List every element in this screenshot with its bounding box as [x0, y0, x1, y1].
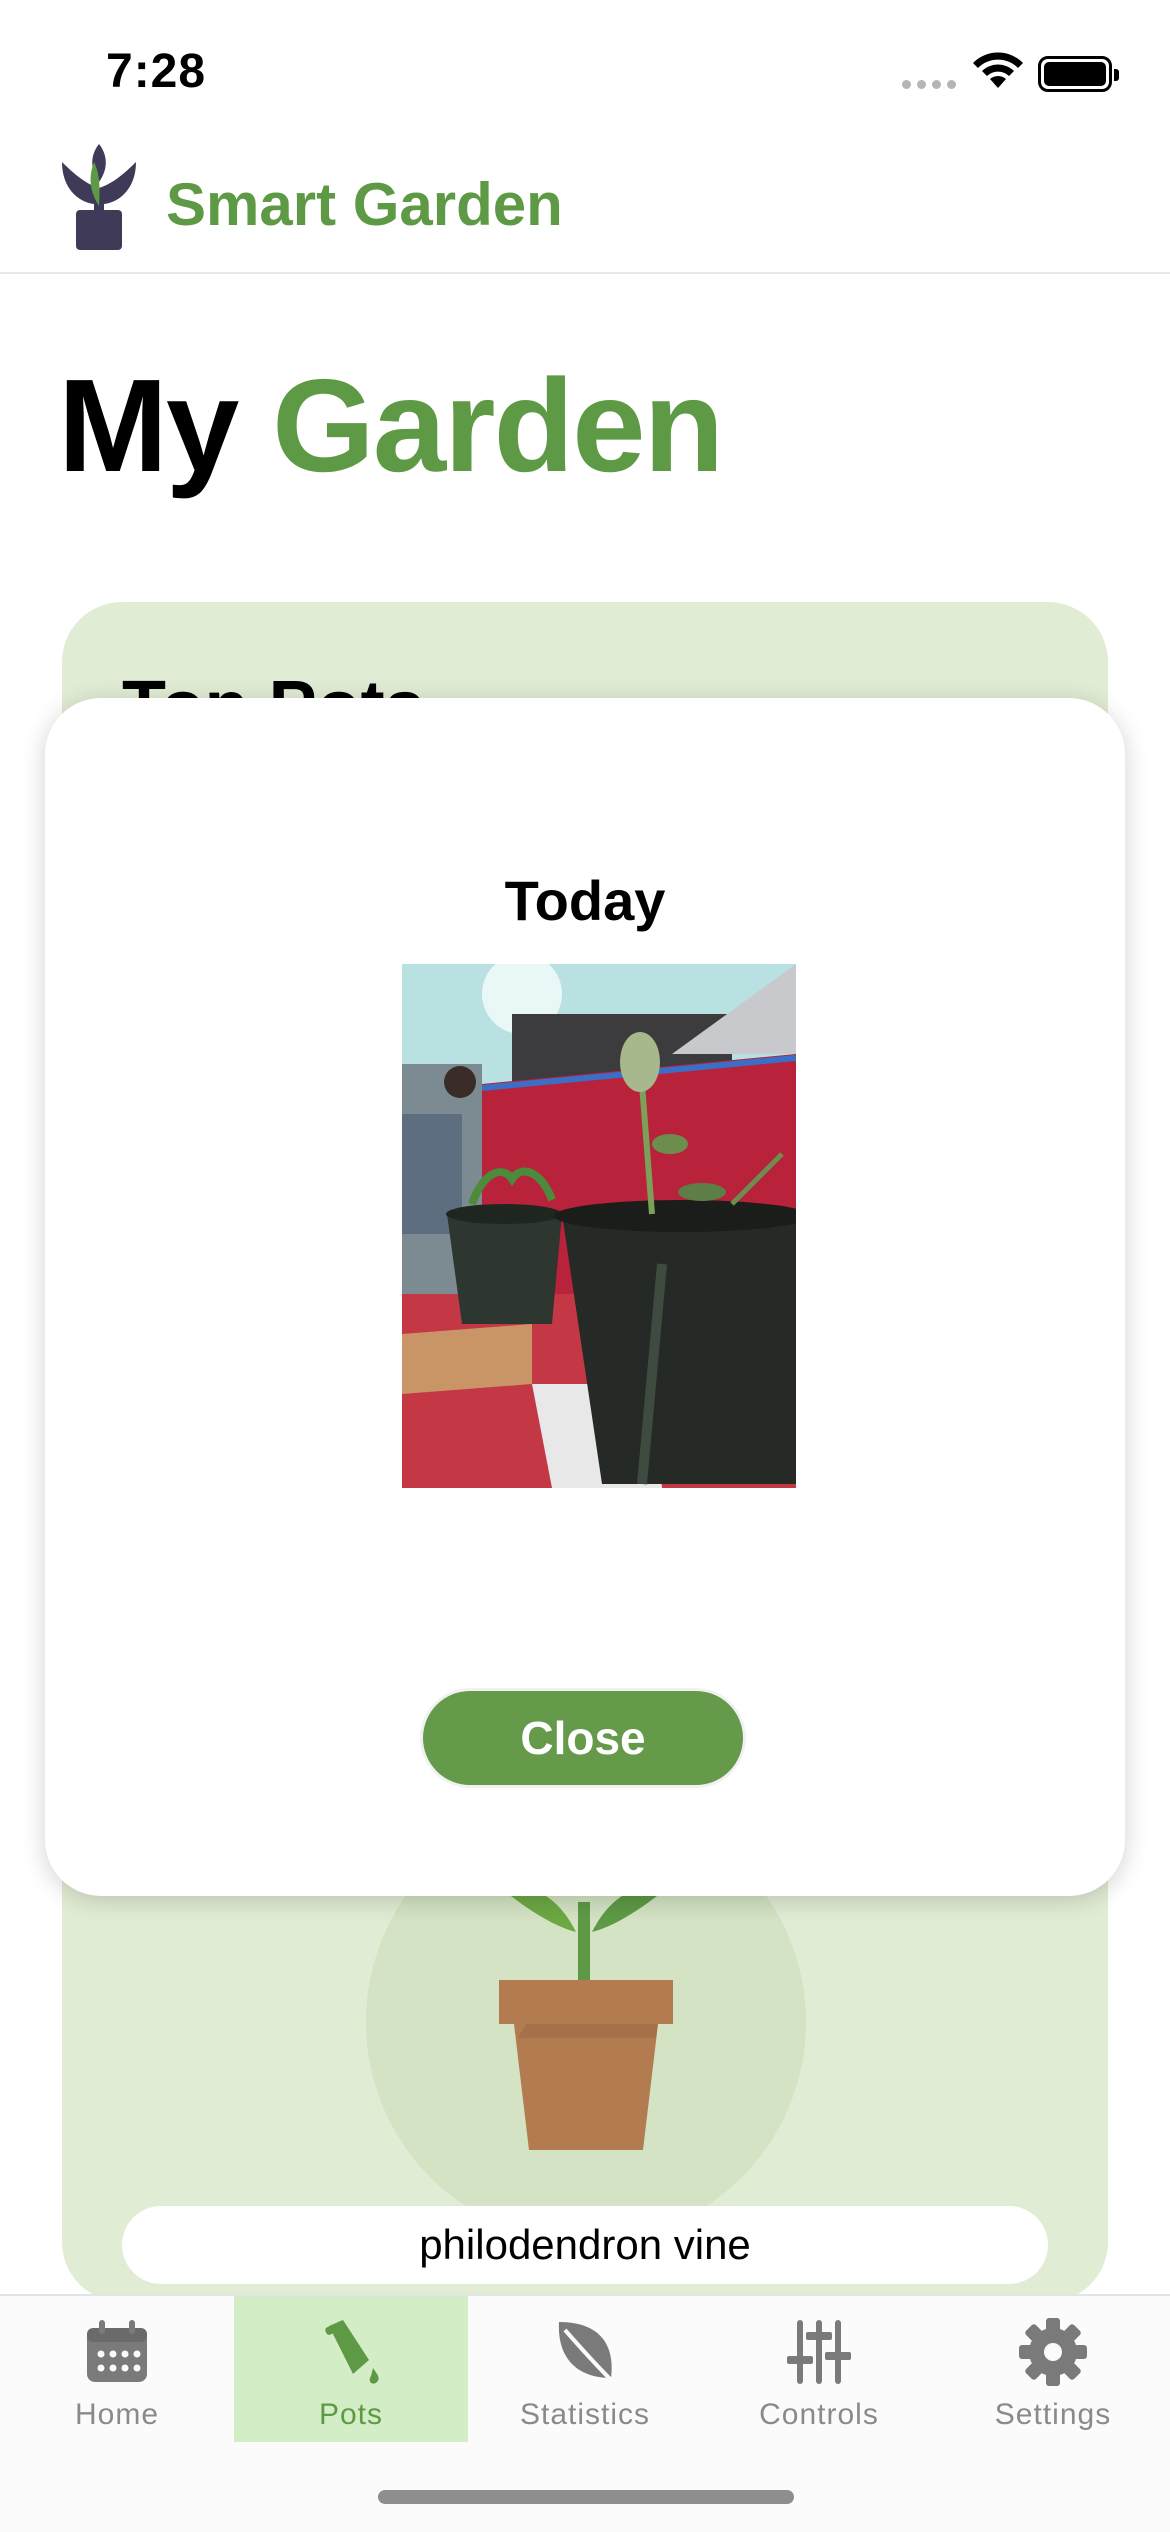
tab-pots[interactable]: Pots — [234, 2296, 468, 2442]
plant-photo — [402, 964, 796, 1488]
tab-home[interactable]: Home — [0, 2296, 234, 2442]
wifi-icon — [973, 52, 1023, 88]
home-indicator[interactable] — [378, 2490, 794, 2504]
close-button[interactable]: Close — [420, 1688, 746, 1788]
tab-controls[interactable]: Controls — [702, 2296, 936, 2442]
gear-icon — [1017, 2316, 1089, 2388]
tab-settings-label: Settings — [994, 2398, 1112, 2431]
tab-home-label: Home — [74, 2398, 160, 2431]
page-title: My Garden — [58, 360, 724, 492]
page-title-part2: Garden — [272, 352, 724, 499]
tab-settings[interactable]: Settings — [936, 2296, 1170, 2442]
app-header: Smart Garden — [0, 140, 1170, 274]
tab-statistics[interactable]: Statistics — [468, 2296, 702, 2442]
status-time: 7:28 — [106, 45, 207, 98]
app-title: Smart Garden — [166, 171, 563, 238]
leaf-icon — [549, 2316, 621, 2388]
modal-title: Today — [504, 869, 666, 932]
plant-name-pill[interactable]: philodendron vine — [122, 2206, 1048, 2284]
tab-controls-label: Controls — [759, 2398, 879, 2431]
cellular-signal-icon — [902, 80, 956, 89]
battery-icon — [1038, 56, 1119, 92]
calendar-icon — [81, 2316, 153, 2388]
sliders-icon — [783, 2316, 855, 2388]
status-bar: 7:28 — [0, 0, 1170, 140]
watering-can-icon — [315, 2316, 387, 2388]
tab-pots-label: Pots — [318, 2398, 384, 2431]
tab-statistics-label: Statistics — [519, 2398, 651, 2431]
smart-garden-logo — [62, 144, 136, 250]
page-title-part1: My — [58, 352, 239, 499]
today-photo-modal: Today Close — [45, 698, 1125, 1896]
